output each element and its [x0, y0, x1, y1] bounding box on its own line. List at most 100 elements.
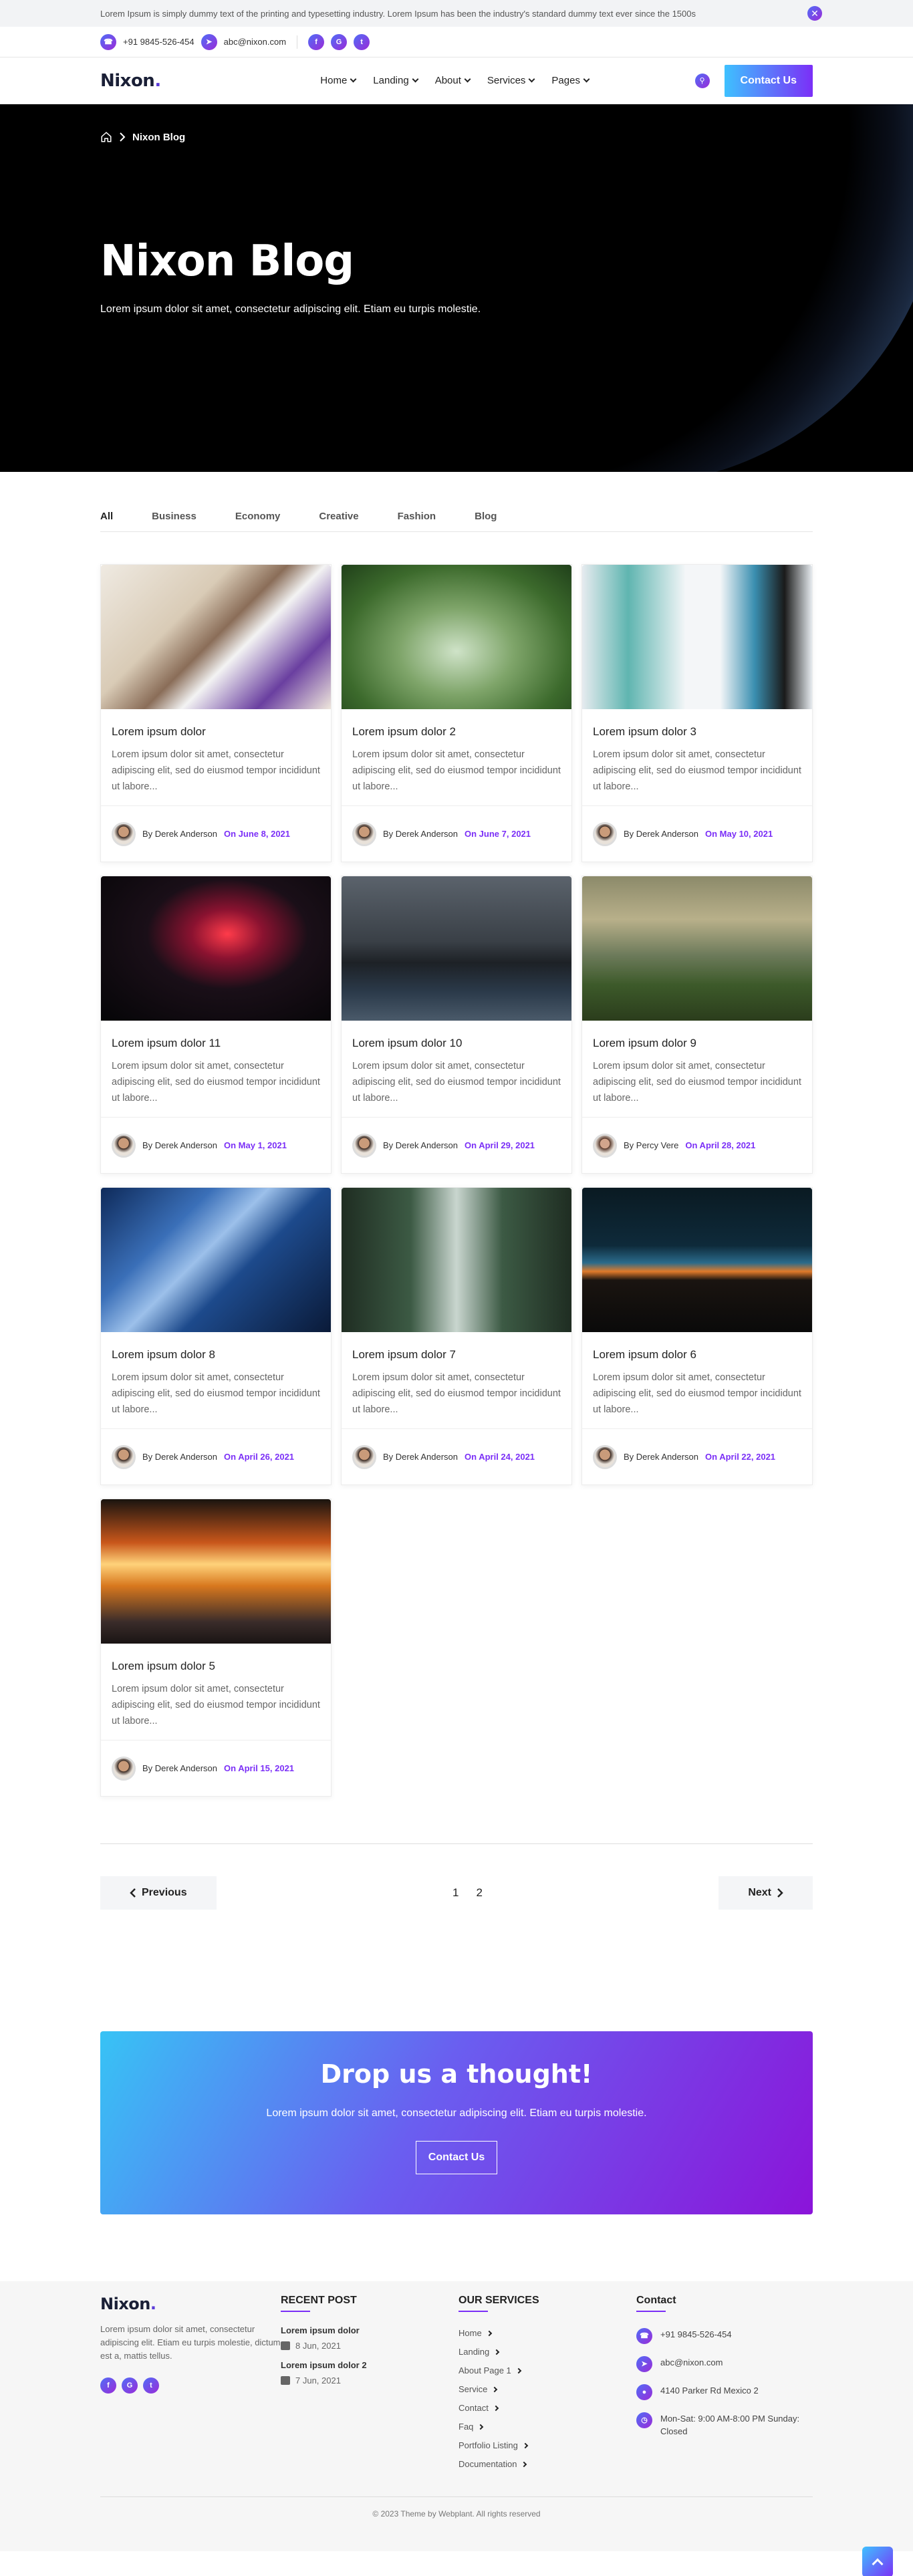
blog-card[interactable]: Lorem ipsum dolor 10 Lorem ipsum dolor si…	[341, 876, 572, 1174]
logo-text: Nixon	[100, 2295, 150, 2313]
header-email[interactable]: abc@nixon.com	[224, 37, 286, 47]
post-title[interactable]: Lorem ipsum dolor 8	[112, 1348, 320, 1362]
post-date: On April 28, 2021	[685, 1140, 756, 1150]
footer-link-faq[interactable]: Faq	[459, 2422, 636, 2432]
post-title[interactable]: Lorem ipsum dolor 5	[112, 1660, 320, 1673]
tab-business[interactable]: Business	[152, 511, 197, 522]
contact-us-button[interactable]: Contact Us	[724, 64, 813, 97]
footer-phone[interactable]: +91 9845-526-454	[660, 2328, 732, 2341]
post-image[interactable]	[582, 565, 812, 709]
search-icon[interactable]: ⚲	[694, 73, 710, 88]
footer-email[interactable]: abc@nixon.com	[660, 2356, 723, 2369]
tab-blog[interactable]: Blog	[475, 511, 497, 522]
recent-post-title[interactable]: Lorem ipsum dolor 2	[281, 2360, 459, 2370]
footer-link-portfolio[interactable]: Portfolio Listing	[459, 2440, 636, 2450]
post-title[interactable]: Lorem ipsum dolor	[112, 725, 320, 739]
footer-link-about[interactable]: About Page 1	[459, 2365, 636, 2375]
tab-all[interactable]: All	[100, 511, 113, 522]
scroll-to-top-button[interactable]	[862, 2547, 893, 2576]
blog-card[interactable]: Lorem ipsum dolor 9 Lorem ipsum dolor sit…	[581, 876, 813, 1174]
page-2[interactable]: 2	[476, 1886, 482, 1900]
blog-card[interactable]: Lorem ipsum dolor 7 Lorem ipsum dolor sit…	[341, 1187, 572, 1485]
send-icon: ➤	[201, 33, 217, 50]
google-icon[interactable]: G	[331, 33, 348, 50]
phone-icon: ☎	[100, 33, 116, 50]
close-icon[interactable]: ✕	[807, 6, 822, 21]
blog-card[interactable]: Lorem ipsum dolor 8 Lorem ipsum dolor sit…	[100, 1187, 332, 1485]
menu-item-home[interactable]: Home	[320, 75, 357, 86]
avatar	[112, 1444, 136, 1469]
cta-banner: Drop us a thought! Lorem ipsum dolor sit…	[100, 2031, 813, 2214]
post-title[interactable]: Lorem ipsum dolor 3	[593, 725, 801, 739]
recent-post-title[interactable]: Lorem ipsum dolor	[281, 2325, 459, 2335]
post-author: By Percy Vere	[624, 1140, 679, 1150]
post-title[interactable]: Lorem ipsum dolor 6	[593, 1348, 801, 1362]
post-meta: By Derek Anderson On May 10, 2021	[582, 805, 812, 862]
post-image[interactable]	[342, 1188, 571, 1332]
blog-card[interactable]: Lorem ipsum dolor 2 Lorem ipsum dolor sit…	[341, 564, 572, 862]
post-title[interactable]: Lorem ipsum dolor 10	[352, 1037, 561, 1050]
menu-item-pages[interactable]: Pages	[551, 75, 590, 86]
footer-about-text: Lorem ipsum dolor sit amet, consectetur …	[100, 2324, 281, 2361]
post-author: By Derek Anderson	[383, 1452, 459, 1462]
blog-card[interactable]: Lorem ipsum dolor 6 Lorem ipsum dolor sit…	[581, 1187, 813, 1485]
post-excerpt: Lorem ipsum dolor sit amet, consectetur …	[352, 1061, 561, 1104]
twitter-icon[interactable]: t	[143, 2377, 159, 2394]
facebook-icon[interactable]: f	[308, 33, 325, 50]
twitter-icon[interactable]: t	[354, 33, 370, 50]
blog-card[interactable]: Lorem ipsum dolor 3 Lorem ipsum dolor sit…	[581, 564, 813, 862]
post-image[interactable]	[101, 1188, 331, 1332]
post-image[interactable]	[101, 1499, 331, 1644]
post-image[interactable]	[582, 876, 812, 1021]
post-title[interactable]: Lorem ipsum dolor 2	[352, 725, 561, 739]
link-label: Documentation	[459, 2459, 517, 2469]
menu-item-about[interactable]: About	[435, 75, 471, 86]
footer-link-documentation[interactable]: Documentation	[459, 2459, 636, 2469]
tab-creative[interactable]: Creative	[319, 511, 358, 522]
blog-card[interactable]: Lorem ipsum dolor 5 Lorem ipsum dolor sit…	[100, 1499, 332, 1797]
nav-actions: ⚲ Contact Us	[694, 64, 813, 97]
logo[interactable]: Nixon.	[100, 71, 161, 91]
post-excerpt: Lorem ipsum dolor sit amet, consectetur …	[112, 1372, 320, 1415]
header-phone[interactable]: +91 9845-526-454	[123, 37, 194, 47]
next-button[interactable]: Next	[719, 1876, 813, 1910]
main-menu: Home Landing About Services Pages	[320, 75, 590, 86]
post-image[interactable]	[101, 876, 331, 1021]
tab-fashion[interactable]: Fashion	[398, 511, 436, 522]
post-image[interactable]	[342, 565, 571, 709]
post-author: By Derek Anderson	[624, 1452, 699, 1462]
post-image[interactable]	[101, 565, 331, 709]
post-title[interactable]: Lorem ipsum dolor 9	[593, 1037, 801, 1050]
page-1[interactable]: 1	[452, 1886, 459, 1900]
post-title[interactable]: Lorem ipsum dolor 11	[112, 1037, 320, 1050]
blog-card[interactable]: Lorem ipsum dolor Lorem ipsum dolor sit a…	[100, 564, 332, 862]
avatar	[112, 1133, 136, 1158]
menu-item-services[interactable]: Services	[487, 75, 535, 86]
footer-link-landing[interactable]: Landing	[459, 2347, 636, 2357]
footer-link-service[interactable]: Service	[459, 2384, 636, 2394]
footer-logo[interactable]: Nixon.	[100, 2295, 281, 2313]
chevron-right-icon	[521, 2461, 527, 2467]
cta-contact-button[interactable]: Contact Us	[415, 2141, 498, 2174]
home-icon[interactable]	[100, 131, 112, 143]
chevron-right-icon	[522, 2442, 529, 2448]
footer-link-contact[interactable]: Contact	[459, 2403, 636, 2413]
post-meta: By Derek Anderson On June 7, 2021	[342, 805, 571, 862]
blog-card[interactable]: Lorem ipsum dolor 11 Lorem ipsum dolor si…	[100, 876, 332, 1174]
logo-dot: .	[154, 70, 161, 91]
send-icon: ➤	[636, 2356, 652, 2372]
previous-button[interactable]: Previous	[100, 1876, 217, 1910]
post-image[interactable]	[582, 1188, 812, 1332]
facebook-icon[interactable]: f	[100, 2377, 116, 2394]
footer-link-home[interactable]: Home	[459, 2328, 636, 2338]
tab-economy[interactable]: Economy	[235, 511, 281, 522]
breadcrumb-current: Nixon Blog	[132, 131, 186, 143]
google-icon[interactable]: G	[122, 2377, 138, 2394]
menu-item-landing[interactable]: Landing	[373, 75, 419, 86]
page-numbers: 1 2	[452, 1886, 483, 1900]
chevron-down-icon	[583, 76, 590, 83]
post-excerpt: Lorem ipsum dolor sit amet, consectetur …	[112, 749, 320, 792]
post-image[interactable]	[342, 876, 571, 1021]
post-title[interactable]: Lorem ipsum dolor 7	[352, 1348, 561, 1362]
link-label: Contact	[459, 2403, 489, 2413]
